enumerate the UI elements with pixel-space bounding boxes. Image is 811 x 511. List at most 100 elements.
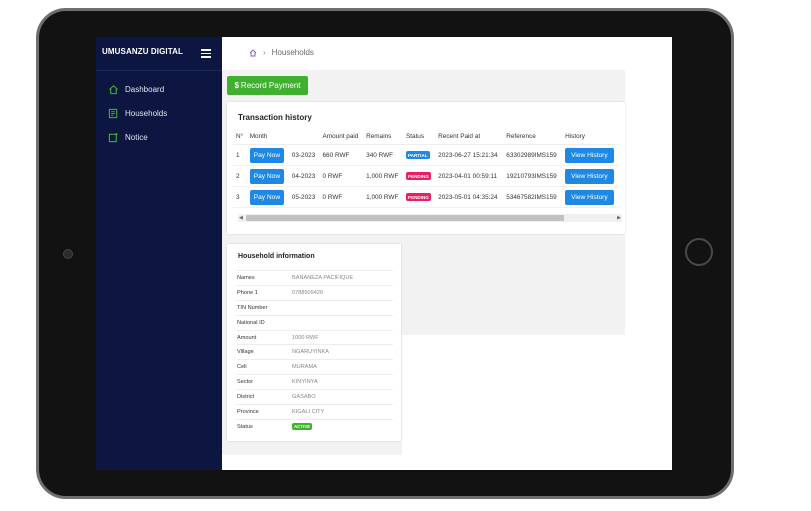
sidebar-item-notice[interactable]: Notice xyxy=(108,132,148,143)
paid-at-cell: 2023-04-01 00:59:11 xyxy=(435,165,504,187)
column-header: N° xyxy=(233,129,247,145)
record-payment-button[interactable]: $ Record Payment xyxy=(227,76,308,95)
table-header-row: N° Month Amount paid Remains Status Rece… xyxy=(233,129,619,145)
info-label: Names xyxy=(237,274,255,281)
column-header: History xyxy=(562,129,619,145)
reference-cell: 19210793IMS159 xyxy=(503,165,563,187)
info-value: MURAMA xyxy=(292,364,317,371)
info-label: National ID xyxy=(237,319,265,326)
column-header: Month xyxy=(246,129,289,145)
info-label: Cell xyxy=(237,364,247,371)
view-history-button[interactable]: View History xyxy=(565,168,614,184)
sidebar-item-label: Households xyxy=(125,109,168,118)
table-row: 2 Pay Now 04-2023 0 RWF 1,000 RWF PENDIN… xyxy=(233,165,619,187)
info-label: District xyxy=(237,394,255,401)
info-value: GASABO xyxy=(292,394,316,401)
scrollbar-thumb[interactable] xyxy=(246,215,564,221)
sidebar-divider xyxy=(96,70,222,71)
info-value: 1000 RWF xyxy=(292,334,319,341)
pay-now-button[interactable]: Pay Now xyxy=(249,168,285,184)
info-row: TIN Number xyxy=(237,299,393,315)
info-label: Province xyxy=(237,408,259,415)
home-icon[interactable] xyxy=(249,48,257,57)
card-title: Transaction history xyxy=(238,113,312,122)
menu-toggle-icon[interactable] xyxy=(201,49,211,58)
info-label: Amount xyxy=(237,334,257,341)
home-button xyxy=(685,238,713,266)
horizontal-scrollbar[interactable]: ◀ ▶ xyxy=(238,214,622,222)
info-label: Status xyxy=(237,423,253,430)
amount-cell: 0 RWF xyxy=(319,186,364,208)
info-row: District GASABO xyxy=(237,389,393,404)
household-info-card: Household information Names BANANEZA PACI… xyxy=(227,244,401,441)
info-label: Sector xyxy=(237,379,254,386)
paid-at-cell: 2023-05-01 04:35:24 xyxy=(435,186,504,208)
home-icon xyxy=(109,85,118,95)
month-cell: 03-2023 xyxy=(288,144,320,166)
view-history-button[interactable]: View History xyxy=(565,147,614,163)
info-row: Province KIGALI CITY xyxy=(237,404,393,419)
remains-cell: 1,000 RWF xyxy=(363,186,403,208)
amount-cell: 660 RWF xyxy=(319,144,364,166)
reference-cell: 63302989IMS159 xyxy=(503,144,563,166)
paid-at-cell: 2023-06-27 15:21:34 xyxy=(435,144,504,166)
info-value: KINYINYA xyxy=(292,379,318,386)
camera-icon xyxy=(63,249,73,259)
card-title: Household information xyxy=(238,253,315,260)
main-content: › Households $ Record Payment Transactio… xyxy=(222,37,672,470)
info-row: National ID xyxy=(237,314,393,330)
households-icon xyxy=(108,108,118,119)
sidebar-item-dashboard[interactable]: Dashboard xyxy=(108,84,164,95)
column-header: Reference xyxy=(503,129,563,145)
status-badge: PENDING xyxy=(405,172,431,180)
household-info-list: Names BANANEZA PACIFIQUE Phone 1 078850942… xyxy=(237,270,393,434)
sidebar-item-label: Notice xyxy=(125,133,148,142)
record-payment-label: Record Payment xyxy=(240,81,301,90)
transaction-history-card: Transaction history N° Month Amount paid… xyxy=(227,102,625,234)
app-title: UMUSANZU DIGITAL xyxy=(102,47,183,56)
info-value: BANANEZA PACIFIQUE xyxy=(292,274,354,281)
sidebar: UMUSANZU DIGITAL Dashboard Households No… xyxy=(96,37,222,470)
breadcrumb-current: Households xyxy=(271,48,314,57)
month-cell: 04-2023 xyxy=(288,165,320,187)
info-label: Phone 1 xyxy=(237,289,258,296)
table-row: 1 Pay Now 03-2023 660 RWF 340 RWF PARTIA… xyxy=(233,144,619,166)
info-value: 0788509426 xyxy=(292,289,324,296)
row-number: 2 xyxy=(233,165,247,187)
pay-now-button[interactable]: Pay Now xyxy=(249,147,285,163)
view-history-button[interactable]: View History xyxy=(565,189,614,205)
sidebar-item-label: Dashboard xyxy=(125,85,165,94)
info-value: NGARUYINKA xyxy=(292,349,329,356)
app-screen: UMUSANZU DIGITAL Dashboard Households No… xyxy=(96,37,672,470)
remains-cell: 340 RWF xyxy=(363,144,403,166)
scroll-left-icon[interactable]: ◀ xyxy=(239,215,243,221)
breadcrumb: › Households xyxy=(249,48,314,57)
month-cell: 05-2023 xyxy=(288,186,320,208)
sidebar-item-households[interactable]: Households xyxy=(108,108,167,119)
pay-now-button[interactable]: Pay Now xyxy=(249,189,285,205)
status-badge: PARTIAL xyxy=(405,151,430,159)
dollar-icon: $ xyxy=(234,81,239,90)
row-number: 3 xyxy=(233,186,247,208)
info-row: Sector KINYINYA xyxy=(237,374,393,389)
row-number: 1 xyxy=(233,144,247,166)
status-badge: PENDING xyxy=(405,193,431,201)
table-row: 3 Pay Now 05-2023 0 RWF 1,000 RWF PENDIN… xyxy=(233,186,619,208)
info-row: Status ACTIVE xyxy=(237,418,393,434)
info-row: Amount 1000 RWF xyxy=(237,329,393,345)
info-value: KIGALI CITY xyxy=(292,408,325,415)
scroll-right-icon[interactable]: ▶ xyxy=(617,215,621,221)
info-row: Village NGARUYINKA xyxy=(237,344,393,359)
reference-cell: 53467582IMS159 xyxy=(503,186,563,208)
status-badge: ACTIVE xyxy=(292,423,313,431)
column-header: Recent Paid at xyxy=(435,129,504,145)
column-header: Remains xyxy=(363,129,403,145)
info-row: Names BANANEZA PACIFIQUE xyxy=(237,270,393,285)
info-label: Village xyxy=(237,349,254,356)
amount-cell: 0 RWF xyxy=(319,165,364,187)
notice-icon xyxy=(108,132,118,143)
column-header: Amount paid xyxy=(319,129,364,145)
info-label: TIN Number xyxy=(237,304,268,311)
info-row: Phone 1 0788509426 xyxy=(237,284,393,300)
column-header: Status xyxy=(402,129,436,145)
